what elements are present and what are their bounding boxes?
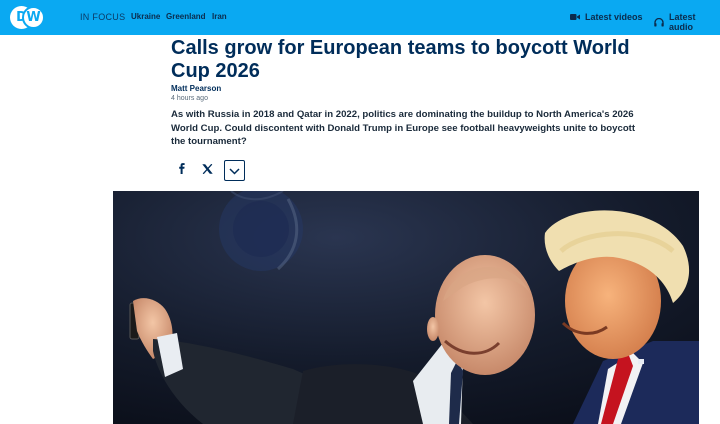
article-teaser: As with Russia in 2018 and Qatar in 2022… (171, 109, 636, 147)
published-time: 4 hours ago (171, 95, 208, 102)
top-navigation-bar: D W IN FOCUS Ukraine Greenland Iran Late… (0, 0, 720, 35)
topic-link-iran[interactable]: Iran (212, 12, 227, 21)
latest-audio-link[interactable]: Latest audio (654, 12, 720, 32)
share-facebook-button[interactable] (173, 160, 191, 180)
headphones-icon (654, 17, 664, 27)
article-headline: Calls grow for European teams to boycott… (171, 37, 630, 82)
video-camera-icon (570, 13, 580, 21)
topic-link-ukraine[interactable]: Ukraine (131, 12, 160, 21)
author-name[interactable]: Matt Pearson (171, 84, 221, 93)
x-icon (201, 163, 213, 177)
latest-audio-label: Latest audio (669, 12, 696, 32)
hero-photo[interactable] (113, 191, 699, 424)
dw-logo[interactable]: D W (10, 6, 45, 29)
latest-videos-link[interactable]: Latest videos (570, 12, 643, 22)
topic-link-greenland[interactable]: Greenland (166, 12, 206, 21)
hero-photo-illustration (113, 191, 699, 424)
chevron-down-icon (229, 162, 240, 180)
share-more-button[interactable] (224, 160, 245, 181)
facebook-icon (179, 163, 185, 177)
in-focus-label: IN FOCUS (80, 12, 126, 22)
share-x-button[interactable] (198, 160, 216, 180)
latest-videos-label: Latest videos (585, 12, 643, 22)
